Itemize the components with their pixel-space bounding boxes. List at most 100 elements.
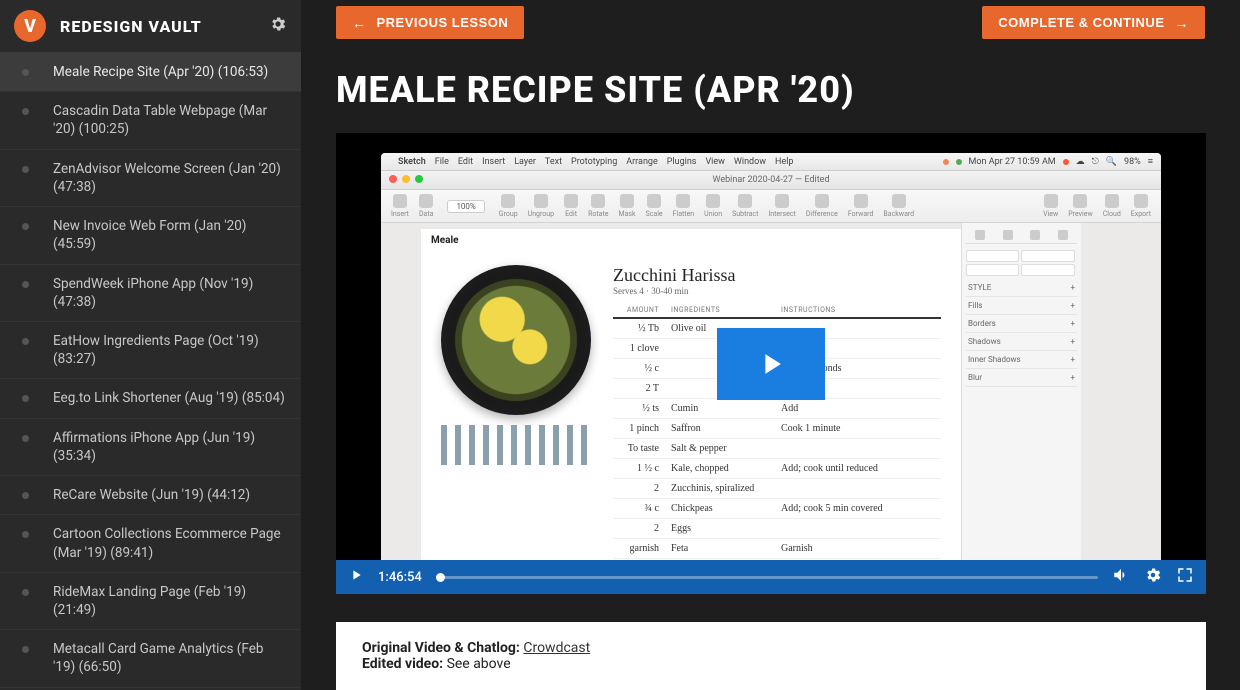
lesson-label: RideMax Landing Page (Feb '19) (21:49) [53, 583, 287, 619]
lesson-label: ReCare Website (Jun '19) (44:12) [53, 486, 287, 504]
video-player: Sketch FileEditInsertLayerTextPrototypin… [336, 133, 1206, 594]
mac-menubar: Sketch FileEditInsertLayerTextPrototypin… [381, 153, 1161, 171]
lesson-status-dot [22, 589, 29, 596]
notes-line2-value: See above [447, 656, 511, 672]
lesson-item[interactable]: Cascadin Data Table Webpage (Mar '20) (1… [0, 92, 301, 149]
settings-icon[interactable] [1144, 566, 1162, 588]
inspector-section: Blur+ [966, 369, 1077, 387]
lesson-item[interactable]: Eeg.to Link Shortener (Aug '19) (85:04) [0, 379, 301, 418]
inspector-section: Shadows+ [966, 333, 1077, 351]
lesson-label: SpendWeek iPhone App (Nov '19) (47:38) [53, 275, 287, 311]
recipe-row: ½ tsCuminAdd [613, 399, 941, 419]
window-title: Webinar 2020-04-27 — Edited [712, 175, 829, 185]
arrow-right-icon: → [1175, 16, 1190, 30]
recipe-row: garnishFetaGarnish [613, 539, 941, 559]
header-ingredients: INGREDIENTS [671, 306, 781, 314]
previous-lesson-label: PREVIOUS LESSON [377, 15, 509, 30]
lesson-label: EatHow Ingredients Page (Oct '19) (83:27… [53, 332, 287, 368]
sketch-toolbar: InsertData 100% GroupUngroupEditRotateMa… [381, 190, 1161, 223]
brand-logo[interactable]: V [14, 10, 46, 42]
inspector-section: Fills+ [966, 297, 1077, 315]
inspector-section: STYLE+ [966, 279, 1077, 297]
previous-lesson-button[interactable]: ← PREVIOUS LESSON [336, 6, 524, 39]
lesson-item[interactable]: EatHow Ingredients Page (Oct '19) (83:27… [0, 322, 301, 379]
lesson-list[interactable]: Meale Recipe Site (Apr '20) (106:53) Casc… [0, 53, 301, 690]
lesson-label: Affirmations iPhone App (Jun '19) (35:34… [53, 429, 287, 465]
play-icon[interactable] [348, 567, 364, 587]
lesson-item[interactable]: Affirmations iPhone App (Jun '19) (35:34… [0, 419, 301, 476]
lesson-label: Meale Recipe Site (Apr '20) (106:53) [53, 63, 287, 81]
lesson-item[interactable]: Meale Recipe Site (Apr '20) (106:53) [0, 53, 301, 92]
lesson-item[interactable]: ZenAdvisor Welcome Screen (Jan '20) (47:… [0, 150, 301, 207]
fullscreen-icon[interactable] [1176, 566, 1194, 588]
crowdcast-link[interactable]: Crowdcast [523, 640, 590, 656]
lesson-status-dot [22, 338, 29, 345]
menubar-app-name: Sketch [398, 157, 426, 167]
lesson-item[interactable]: RideMax Landing Page (Feb '19) (21:49) [0, 573, 301, 630]
recipe-row: ¾ cChickpeasAdd; cook 5 min covered [613, 499, 941, 519]
header-instructions: INSTRUCTIONS [781, 306, 941, 314]
lesson-label: ZenAdvisor Welcome Screen (Jan '20) (47:… [53, 160, 287, 196]
window-titlebar: Webinar 2020-04-27 — Edited [381, 171, 1161, 190]
lesson-status-dot [22, 108, 29, 115]
lesson-status-dot [22, 531, 29, 538]
menubar-status: Mon Apr 27 10:59 AM ☁⎋🔍98%≡ [943, 156, 1153, 167]
zoom-level: 100% [447, 200, 484, 213]
lesson-item[interactable]: ReCare Website (Jun '19) (44:12) [0, 476, 301, 515]
lesson-label: Cascadin Data Table Webpage (Mar '20) (1… [53, 102, 287, 138]
lesson-label: Eeg.to Link Shortener (Aug '19) (85:04) [53, 389, 287, 407]
arrow-left-icon: ← [352, 16, 367, 30]
complete-continue-label: COMPLETE & CONTINUE [998, 15, 1164, 30]
video-time: 1:46:54 [378, 570, 422, 585]
complete-continue-button[interactable]: COMPLETE & CONTINUE → [982, 6, 1205, 39]
inspector-section: Borders+ [966, 315, 1077, 333]
record-icon [1063, 159, 1069, 165]
artboard-brand: Meale [431, 235, 459, 246]
napkin-graphic [441, 425, 591, 465]
video-controls: 1:46:54 [336, 560, 1206, 594]
notes-line1-label: Original Video & Chatlog: [362, 640, 523, 656]
recipe-subtitle: Serves 4 · 30-40 min [613, 286, 941, 296]
lesson-status-dot [22, 166, 29, 173]
lesson-status-dot [22, 646, 29, 653]
lesson-item[interactable]: Metacall Card Game Analytics (Feb '19) (… [0, 630, 301, 687]
page-title: MEALE RECIPE SITE (APR '20) [336, 69, 1205, 111]
lesson-status-dot [22, 69, 29, 76]
artboard: Meale Zucchini Harissa Serves 4 · 30-40 … [421, 229, 961, 576]
close-icon [389, 175, 397, 183]
recipe-photo [441, 265, 591, 415]
lesson-status-dot [22, 281, 29, 288]
gear-icon[interactable] [269, 15, 287, 37]
lesson-label: Cartoon Collections Ecommerce Page (Mar … [53, 525, 287, 561]
inspector-panel: STYLE+Fills+Borders+Shadows+Inner Shadow… [961, 223, 1081, 576]
lesson-item[interactable]: SpendWeek iPhone App (Nov '19) (47:38) [0, 265, 301, 322]
header-amount: AMOUNT [613, 306, 671, 314]
maximize-icon [415, 175, 423, 183]
recipe-row: 2Zucchinis, spiralized [613, 479, 941, 499]
recipe-row: 1 ½ cKale, choppedAdd; cook until reduce… [613, 459, 941, 479]
lesson-status-dot [22, 223, 29, 230]
lesson-item[interactable]: New Invoice Web Form (Jan '20) (45:59) [0, 207, 301, 264]
recipe-row: 1 pinchSaffronCook 1 minute [613, 419, 941, 439]
lesson-notes: Original Video & Chatlog: Crowdcast Edit… [336, 622, 1206, 690]
notes-line2-label: Edited video: [362, 656, 447, 672]
recipe-row: To tasteSalt & pepper [613, 439, 941, 459]
recipe-title: Zucchini Harissa [613, 265, 941, 286]
lesson-status-dot [22, 435, 29, 442]
menubar-clock: Mon Apr 27 10:59 AM [969, 157, 1056, 167]
lesson-label: Metacall Card Game Analytics (Feb '19) (… [53, 640, 287, 676]
menubar-items: FileEditInsertLayerTextPrototypingArrang… [435, 157, 794, 167]
sidebar-header: V REDESIGN VAULT [0, 0, 301, 53]
inspector-section: Inner Shadows+ [966, 351, 1077, 369]
volume-icon[interactable] [1112, 566, 1130, 588]
brand-title: REDESIGN VAULT [60, 17, 269, 36]
minimize-icon [402, 175, 410, 183]
lesson-item[interactable]: Cartoon Collections Ecommerce Page (Mar … [0, 515, 301, 572]
video-scrubber[interactable] [436, 576, 1098, 579]
play-button[interactable] [717, 328, 825, 400]
main-content: ← PREVIOUS LESSON COMPLETE & CONTINUE → … [301, 0, 1240, 690]
sidebar: V REDESIGN VAULT Meale Recipe Site (Apr … [0, 0, 301, 690]
lesson-status-dot [22, 395, 29, 402]
top-nav: ← PREVIOUS LESSON COMPLETE & CONTINUE → [336, 0, 1205, 51]
recipe-row: 2Eggs [613, 519, 941, 539]
